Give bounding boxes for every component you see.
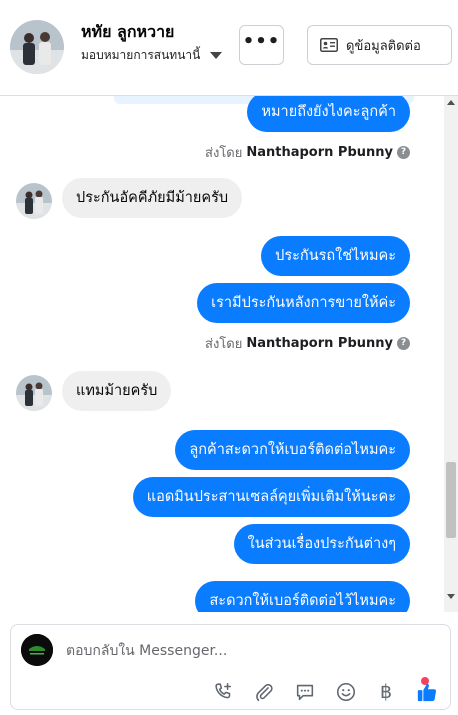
outgoing-message[interactable]: ประกันรถใช่ไหมคะ [261, 236, 410, 276]
scroll-thumb[interactable] [446, 462, 456, 538]
sent-by-label: ส่งโดย Nanthaporn Pbunny ? [205, 333, 410, 354]
contact-avatar-small[interactable] [16, 375, 52, 411]
conversation-header: หทัย ลูกหวาย มอบหมายการสนทนานี้ ••• ดูข้… [0, 0, 458, 96]
attach-file-button[interactable] [251, 679, 277, 705]
scroll-down-icon[interactable] [447, 594, 455, 599]
saved-reply-icon [296, 684, 314, 701]
thumbs-up-icon [417, 683, 437, 702]
more-icon: ••• [242, 31, 281, 52]
sent-by-prefix: ส่งโดย [205, 146, 243, 161]
outgoing-message[interactable]: แอดมินประสานเซลล์คุยเพิ่มเติมให้นะคะ [132, 477, 410, 517]
emoji-icon [336, 682, 356, 702]
attachment-icon [256, 683, 273, 702]
page-avatar [21, 634, 53, 666]
saved-replies-button[interactable] [292, 679, 318, 705]
contact-name[interactable]: หทัย ลูกหวาย [81, 20, 174, 45]
sent-by-prefix: ส่งโดย [205, 337, 243, 352]
outgoing-message[interactable]: หมายถึงยังไงคะลูกค้า [247, 96, 410, 132]
outgoing-message[interactable]: สะดวกให้เบอร์ติดต่อไว้ไหมคะ [195, 581, 410, 612]
incoming-message[interactable]: แทมม้ายครับ [62, 371, 172, 411]
payment-button[interactable]: ฿ [373, 679, 399, 705]
more-options-button[interactable]: ••• [239, 25, 284, 65]
sender-name: Nanthaporn Pbunny [246, 145, 393, 160]
assign-conversation-label: มอบหมายการสนทนานี้ [81, 48, 201, 62]
contact-avatar[interactable] [10, 20, 64, 74]
incoming-message[interactable]: ประกันอัคคีภัยมีม้ายครับ [62, 178, 243, 218]
emoji-button[interactable] [333, 679, 359, 705]
sent-by-label: ส่งโดย Nanthaporn Pbunny ? [205, 142, 410, 163]
help-icon[interactable]: ? [397, 337, 410, 350]
help-icon[interactable]: ? [397, 146, 410, 159]
view-contact-info-button[interactable]: ดูข้อมูลติดต่อ [307, 25, 452, 65]
outgoing-message[interactable]: ในส่วนเรื่องประกันต่างๆ [233, 524, 410, 564]
reply-input[interactable] [66, 639, 426, 663]
contact-info-label: ดูข้อมูลติดต่อ [346, 38, 421, 54]
like-button[interactable] [414, 679, 440, 705]
scroll-up-icon[interactable] [447, 100, 455, 105]
chevron-down-icon [210, 52, 223, 59]
assign-conversation-dropdown[interactable]: มอบหมายการสนทนานี้ [81, 46, 223, 65]
sender-name: Nanthaporn Pbunny [246, 336, 393, 351]
message-list[interactable]: หมายถึงยังไงคะลูกค้า ส่งโดย Nanthaporn P… [0, 96, 458, 612]
contact-avatar-small[interactable] [16, 183, 52, 219]
reply-composer: ฿ [10, 624, 451, 710]
contact-card-icon [320, 38, 338, 52]
add-call-button[interactable] [210, 679, 236, 705]
outgoing-message[interactable]: ลูกค้าสะดวกให้เบอร์ติดต่อไหมคะ [175, 430, 410, 470]
outgoing-message[interactable]: เรามีประกันหลังการขายให้ค่ะ [197, 283, 410, 323]
message-scrollbar[interactable] [444, 96, 458, 612]
baht-icon: ฿ [379, 681, 393, 703]
add-call-icon [215, 682, 232, 699]
